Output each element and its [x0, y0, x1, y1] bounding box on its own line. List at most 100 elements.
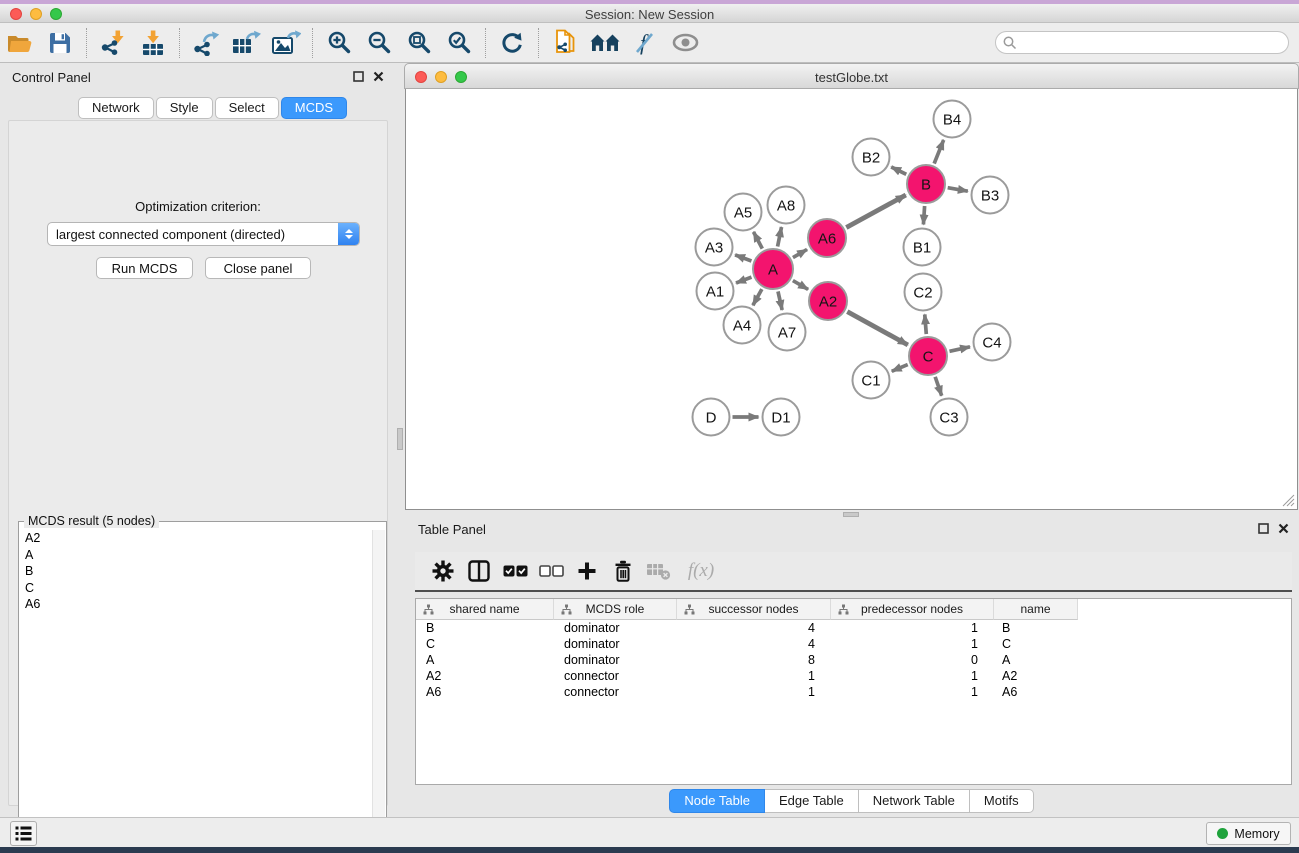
- mcds-result-item[interactable]: A2: [20, 530, 372, 547]
- table-row[interactable]: Bdominator41B: [416, 620, 1291, 636]
- graph-edge-C-C4[interactable]: [949, 347, 970, 351]
- home-view-button[interactable]: [588, 26, 622, 60]
- search-input[interactable]: [1017, 33, 1288, 52]
- export-network-button[interactable]: [189, 26, 223, 60]
- hide-graphics-details-button[interactable]: f: [628, 26, 662, 60]
- mcds-result-item[interactable]: A6: [20, 596, 372, 613]
- column-header-successor-nodes[interactable]: successor nodes: [677, 599, 831, 620]
- graph-edge-C-C3[interactable]: [935, 377, 942, 396]
- zoom-fit-button[interactable]: [402, 26, 436, 60]
- export-table-button[interactable]: [229, 26, 263, 60]
- gear-icon: [432, 560, 454, 582]
- tab-select[interactable]: Select: [215, 97, 279, 119]
- mcds-list-scrollbar[interactable]: [372, 530, 385, 853]
- zoom-selected-button[interactable]: [442, 26, 476, 60]
- mcds-result-item[interactable]: B: [20, 563, 372, 580]
- graph-edge-B-B4[interactable]: [934, 140, 943, 164]
- show-hide-panels-button[interactable]: [668, 26, 702, 60]
- column-header-name[interactable]: name: [994, 599, 1078, 620]
- graph-edge-B-B2[interactable]: [891, 167, 906, 174]
- table-row[interactable]: A2connector11A2: [416, 668, 1291, 684]
- memory-button[interactable]: Memory: [1206, 822, 1291, 845]
- delete-column-button[interactable]: [605, 555, 641, 587]
- tab-style[interactable]: Style: [156, 97, 213, 119]
- table-settings-button[interactable]: [425, 555, 461, 587]
- graph-node-label: A: [768, 261, 778, 278]
- import-network-button[interactable]: [96, 26, 130, 60]
- graph-edge-A-A1[interactable]: [736, 277, 751, 283]
- table-row[interactable]: Adominator80A: [416, 652, 1291, 668]
- graph-edge-B-B3[interactable]: [948, 188, 968, 191]
- select-stepper-icon: [338, 223, 359, 245]
- close-panel-icon[interactable]: [373, 71, 384, 82]
- fx-icon: f(x): [688, 560, 714, 582]
- graph-edge-A-A3[interactable]: [735, 255, 751, 261]
- select-all-columns-button[interactable]: [497, 555, 533, 587]
- cell-MCDS-role: connector: [554, 669, 677, 683]
- table-panel-header: Table Panel: [404, 518, 1299, 542]
- tab-node-table[interactable]: Node Table: [669, 789, 765, 813]
- graph-node-label: C1: [861, 372, 880, 389]
- graph-edge-A-A4[interactable]: [753, 289, 762, 305]
- task-history-button[interactable]: [10, 821, 37, 846]
- export-image-button[interactable]: [269, 26, 303, 60]
- graph-node-label: C2: [913, 284, 932, 301]
- add-column-button[interactable]: [569, 555, 605, 587]
- graph-edge-A6-B[interactable]: [846, 195, 905, 227]
- cell-predecessor-nodes: 1: [831, 621, 994, 635]
- function-builder-button[interactable]: f(x): [677, 555, 725, 587]
- optimization-criterion-select[interactable]: largest connected component (directed): [47, 222, 360, 246]
- close-panel-icon[interactable]: [1278, 523, 1289, 534]
- graph-edge-A-A8[interactable]: [778, 227, 782, 246]
- import-table-button[interactable]: [136, 26, 170, 60]
- tab-network[interactable]: Network: [78, 97, 154, 119]
- network-window-title: testGlobe.txt: [405, 70, 1298, 85]
- run-mcds-button[interactable]: Run MCDS: [96, 257, 193, 279]
- graph-edge-A-A2[interactable]: [793, 281, 808, 290]
- tab-network-table[interactable]: Network Table: [859, 789, 970, 813]
- network-from-clipboard-button[interactable]: [548, 26, 582, 60]
- graph-edge-A2-C[interactable]: [847, 312, 908, 345]
- deselect-all-columns-button[interactable]: [533, 555, 569, 587]
- graph-edge-A-A6[interactable]: [793, 249, 807, 257]
- float-panel-icon[interactable]: [1258, 523, 1269, 534]
- table-row[interactable]: Cdominator41C: [416, 636, 1291, 652]
- column-header-MCDS-role[interactable]: MCDS role: [554, 599, 677, 620]
- tab-mcds[interactable]: MCDS: [281, 97, 347, 119]
- graph-edge-C-C2[interactable]: [925, 314, 927, 334]
- refresh-button[interactable]: [495, 26, 529, 60]
- memory-status-icon: [1217, 828, 1228, 839]
- table-header-row: shared nameMCDS rolesuccessor nodesprede…: [416, 599, 1291, 620]
- save-session-button[interactable]: [43, 26, 77, 60]
- open-session-button[interactable]: [3, 26, 37, 60]
- cell-predecessor-nodes: 1: [831, 669, 994, 683]
- graph-edge-A-A7[interactable]: [778, 291, 782, 310]
- column-header-shared-name[interactable]: shared name: [416, 599, 554, 620]
- graph-edge-A-A5[interactable]: [753, 232, 762, 249]
- mcds-result-item[interactable]: A: [20, 547, 372, 564]
- zoom-in-button[interactable]: [322, 26, 356, 60]
- control-panel-header: Control Panel: [4, 66, 392, 90]
- shared-column-icon: [423, 604, 434, 615]
- graph-edge-C-C1[interactable]: [892, 365, 908, 372]
- clipboard-network-icon: [553, 29, 578, 57]
- tab-motifs[interactable]: Motifs: [970, 789, 1034, 813]
- import-network-icon: [100, 30, 126, 56]
- float-panel-icon[interactable]: [353, 71, 364, 82]
- resize-grip-icon[interactable]: [1282, 494, 1295, 507]
- network-canvas[interactable]: AA1A3A4A5A7A8A6A2BB1B2B3B4CC1C2C3C4DD1: [405, 89, 1298, 510]
- table-row[interactable]: A6connector11A6: [416, 684, 1291, 700]
- mcds-result-item[interactable]: C: [20, 580, 372, 597]
- node-table: shared nameMCDS rolesuccessor nodesprede…: [415, 598, 1292, 785]
- delete-table-button[interactable]: [641, 555, 677, 587]
- tab-edge-table[interactable]: Edge Table: [765, 789, 859, 813]
- toolbar-separator: [485, 28, 486, 58]
- column-header-predecessor-nodes[interactable]: predecessor nodes: [831, 599, 994, 620]
- zoom-out-button[interactable]: [362, 26, 396, 60]
- close-panel-button[interactable]: Close panel: [205, 257, 311, 279]
- horizontal-splitter-handle[interactable]: [843, 512, 859, 517]
- column-view-button[interactable]: [461, 555, 497, 587]
- cell-successor-nodes: 4: [677, 637, 831, 651]
- graph-edge-B-B1[interactable]: [923, 206, 924, 225]
- vertical-splitter-handle[interactable]: [397, 428, 403, 450]
